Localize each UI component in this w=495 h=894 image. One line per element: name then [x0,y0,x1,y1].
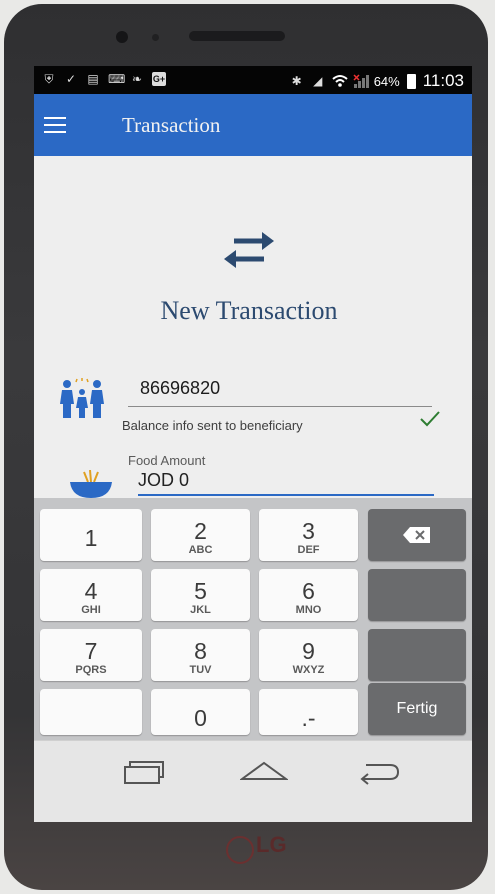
message-icon: ▤ [87,72,99,86]
blank-key-row2 [368,569,466,621]
family-icon [59,378,105,425]
battery-percentage: 64% [373,73,400,89]
key-0[interactable]: 0 [151,689,250,735]
key-4[interactable]: 4 GHI [40,569,142,621]
input-underline [128,406,432,407]
signal-icon [353,74,369,88]
wifi-icon [332,74,348,88]
recent-apps-button[interactable] [122,759,166,790]
front-camera [116,31,128,43]
beneficiary-id-input[interactable]: 86696820 [140,378,220,399]
earpiece-speaker [189,31,285,41]
numeric-keyboard: 1 2 ABC 3 DEF 4 GHI 5 JKL 6 MNO 7 PQRS 8 TUV 9W… [34,498,472,740]
key-8[interactable]: 8 TUV [151,629,250,681]
mute-icon: ◢ [313,74,323,88]
recent-apps-icon [124,761,164,784]
key-dot-dash[interactable]: .- [259,689,358,735]
key-6[interactable]: 6 MNO [259,569,358,621]
check-download-icon: ✓ [65,72,77,86]
bluetooth-icon: ✱ [291,74,302,88]
backspace-icon [403,527,430,543]
google-plus-icon: G+ [152,72,166,86]
app-bar: Transaction [34,94,472,156]
key-9[interactable]: 9 WXYZ [259,629,358,681]
check-icon [419,410,441,433]
key-3[interactable]: 3 DEF [259,509,358,561]
lg-logo-icon [226,836,254,864]
key-2[interactable]: 2 ABC [151,509,250,561]
keyboard-icon: ⌨ [108,72,126,86]
blank-key-left [40,689,142,735]
key-5[interactable]: 5 JKL [151,569,250,621]
blank-key-row3 [368,629,466,681]
phone-frame: ⛨ ✓ ▤ ⌨ ❧ G+ ✱ ◢ 64% 11:03 Transaction N… [4,4,488,890]
transaction-form: New Transaction 86696820 Balance info se… [34,156,472,498]
screen: ⛨ ✓ ▤ ⌨ ❧ G+ ✱ ◢ 64% 11:03 Transaction N… [34,66,472,822]
brand-logo: LG [256,832,287,857]
status-bar: ⛨ ✓ ▤ ⌨ ❧ G+ ✱ ◢ 64% 11:03 [34,66,472,94]
food-amount-input[interactable] [138,466,434,496]
menu-icon[interactable] [44,117,66,133]
helper-text: Balance info sent to beneficiary [122,418,303,433]
home-icon [238,761,290,780]
home-button[interactable] [238,759,290,790]
leaf-icon: ❧ [131,72,143,86]
key-7[interactable]: 7 PQRS [40,629,142,681]
battery-icon [406,73,416,89]
shield-icon: ⛨ [44,72,54,86]
done-button[interactable]: Fertig [368,683,466,735]
navigation-bar [34,740,472,822]
back-icon [360,764,400,785]
page-title: New Transaction [160,296,338,325]
swap-arrows-icon [222,228,276,277]
proximity-sensor [152,34,159,41]
app-bar-title: Transaction [122,113,221,137]
clock: 11:03 [422,71,464,90]
back-button[interactable] [356,759,402,790]
backspace-key[interactable] [368,509,466,561]
key-1[interactable]: 1 [40,509,142,561]
